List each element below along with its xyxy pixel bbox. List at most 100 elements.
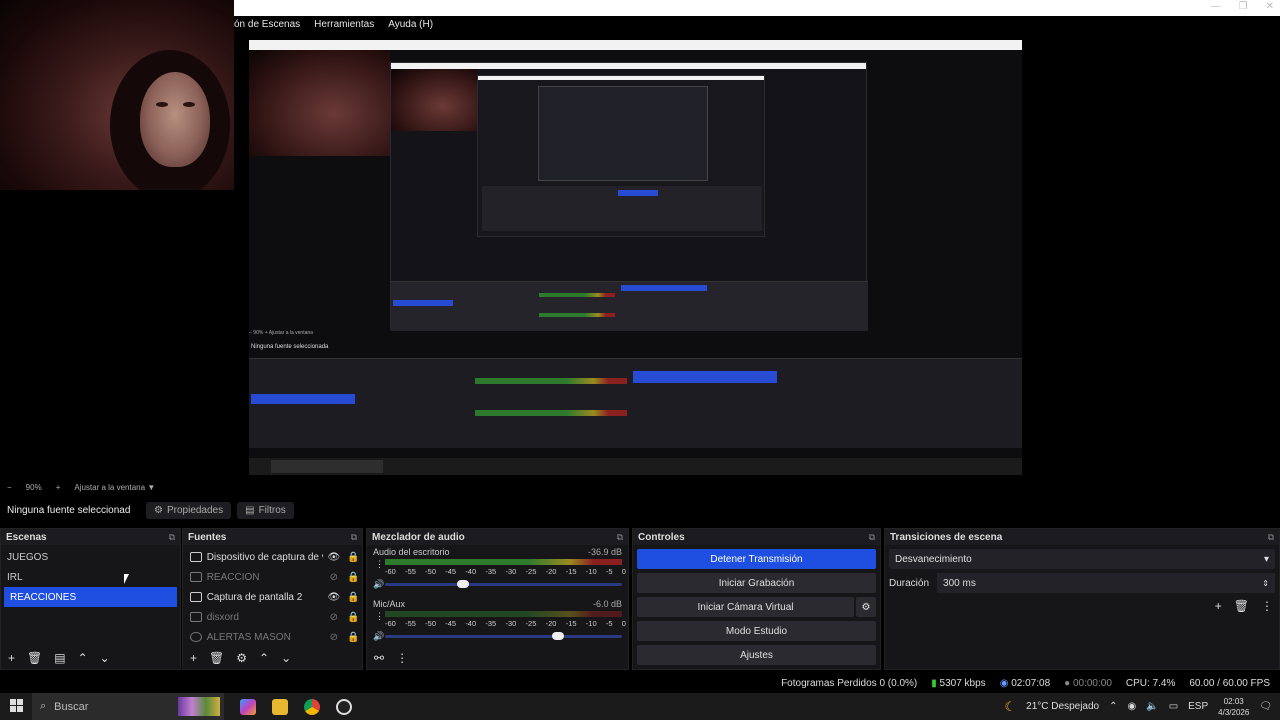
add-icon[interactable]: +	[8, 651, 15, 665]
zoom-in-button[interactable]: +	[56, 483, 61, 492]
network-icon[interactable]: ▭	[1169, 701, 1178, 712]
undock-icon[interactable]: ⧉	[351, 532, 357, 543]
volume-slider[interactable]	[385, 632, 622, 640]
trash-icon[interactable]: 🗑	[27, 651, 42, 665]
eye-icon[interactable]: 👁	[323, 592, 344, 603]
eye-hidden-icon[interactable]: ⊘	[323, 612, 344, 623]
properties-label: Propiedades	[166, 504, 224, 516]
source-item[interactable]: ALERTAS MASON ⊘ 🔒	[183, 627, 362, 647]
meter-ticks: -60 -55 -50 -45 -40 -35 -30 -25 -20 -15 -10 -5 0	[385, 619, 626, 628]
meter-ticks: -60 -55 -50 -45 -40 -35 -30 -25 -20 -15 -10 -5 0	[385, 567, 626, 576]
clock[interactable]: 02:03 4/3/2026	[1218, 696, 1249, 718]
weather-moon-icon: ☾	[1004, 698, 1017, 714]
obs-tray-icon[interactable]: ◉	[1128, 701, 1137, 712]
kebab-menu-icon[interactable]: ⋮	[375, 611, 384, 622]
lock-icon[interactable]: 🔒	[345, 572, 362, 583]
no-source-label: Ninguna fuente seleccionad	[7, 504, 131, 516]
chrome-icon[interactable]	[304, 698, 320, 715]
move-down-icon[interactable]: ⌄	[281, 651, 291, 665]
gear-icon[interactable]: ⚙	[856, 597, 876, 617]
lock-icon[interactable]: 🔒	[345, 552, 362, 563]
dropped-frames: Fotogramas Perdidos 0 (0.0%)	[781, 678, 918, 689]
menu-scene-collection[interactable]: ón de Escenas	[234, 19, 300, 30]
globe-icon	[190, 632, 202, 642]
bitrate: ▮ 5307 kbps	[931, 678, 986, 689]
undock-icon[interactable]: ⧉	[869, 532, 875, 543]
chevron-down-icon: ▼	[147, 482, 156, 492]
eye-hidden-icon[interactable]: ⊘	[323, 632, 344, 643]
undock-icon[interactable]: ⧉	[617, 532, 623, 543]
sources-dock: Fuentes⧉ Dispositivo de captura de vide👁…	[182, 528, 363, 670]
properties-button[interactable]: ⚙ Propiedades	[146, 501, 232, 519]
cpu-usage: CPU: 7.4%	[1125, 678, 1176, 689]
move-up-icon[interactable]: ⌃	[78, 651, 88, 665]
source-item[interactable]: disxord ⊘ 🔒	[183, 607, 362, 627]
lock-icon[interactable]: 🔒	[345, 632, 362, 643]
chevron-up-icon[interactable]: ⌃	[1109, 701, 1117, 712]
move-up-icon[interactable]: ⌃	[259, 651, 269, 665]
minimize-icon[interactable]: —	[1211, 1, 1221, 12]
source-item[interactable]: Dispositivo de captura de vide👁🔒	[183, 547, 362, 567]
language-indicator[interactable]: ESP	[1188, 701, 1208, 712]
volume-icon[interactable]: 🔈	[1146, 701, 1158, 712]
menu-help[interactable]: Ayuda (H)	[388, 19, 433, 30]
studio-mode-button[interactable]: Modo Estudio	[637, 621, 876, 641]
lock-icon[interactable]: 🔒	[345, 592, 362, 603]
notification-icon[interactable]: 🗨	[1259, 701, 1272, 712]
kebab-menu-icon[interactable]: ⋮	[1261, 599, 1273, 613]
filter-icon[interactable]: ▤	[54, 651, 65, 665]
slider-knob[interactable]	[457, 580, 470, 588]
kebab-menu-icon[interactable]: ⋮	[375, 559, 384, 570]
menu-tools[interactable]: Herramientas	[314, 19, 374, 30]
source-item[interactable]: REACCION ⊘ 🔒	[183, 567, 362, 587]
volume-meter	[385, 611, 622, 617]
file-explorer-icon[interactable]	[272, 698, 288, 715]
trash-icon[interactable]: 🗑	[209, 651, 224, 665]
scene-item-selected[interactable]: REACCIONES	[4, 587, 177, 607]
transition-select[interactable]: Desvanecimiento ▾	[889, 549, 1275, 569]
lock-icon[interactable]: 🔒	[345, 612, 362, 623]
filters-label: Filtros	[258, 504, 286, 516]
zoom-out-button[interactable]: −	[7, 483, 12, 492]
taskbar-search[interactable]: ⌕ Buscar	[32, 693, 224, 720]
kebab-menu-icon[interactable]: ⋮	[396, 651, 408, 665]
weather-text[interactable]: 21°C Despejado	[1026, 701, 1099, 712]
copilot-icon[interactable]	[240, 698, 256, 715]
slider-knob[interactable]	[552, 632, 564, 640]
fit-window-dropdown[interactable]: Ajustar a la ventana ▼	[74, 483, 155, 492]
trash-icon[interactable]: 🗑	[1234, 599, 1249, 613]
add-icon[interactable]: +	[1215, 599, 1222, 613]
link-icon[interactable]: ⚯	[374, 651, 384, 665]
source-label: Dispositivo de captura de vide	[206, 551, 323, 563]
settings-button[interactable]: Ajustes	[637, 645, 876, 665]
spinner-icon[interactable]: ⇕	[1262, 579, 1269, 588]
camera-icon	[190, 552, 202, 562]
monitor-icon	[190, 592, 202, 602]
eye-icon[interactable]: 👁	[323, 552, 344, 563]
scenes-dock: Escenas ⧉ JUEGOS IRL REACCIONES + 🗑 ▤ ⌃ ⌄	[0, 528, 181, 670]
gear-icon[interactable]: ⚙	[236, 651, 247, 665]
stop-stream-button[interactable]: Detener Transmisión	[637, 549, 876, 569]
preview-canvas[interactable]: − 90% + Ajustar a la ventana Ninguna fue…	[249, 40, 1022, 475]
windows-start-icon[interactable]	[10, 699, 23, 712]
duration-input[interactable]: 300 ms ⇕	[937, 573, 1275, 593]
source-item[interactable]: Captura de pantalla 2 👁 🔒	[183, 587, 362, 607]
speaker-icon[interactable]: 🔊	[373, 631, 384, 642]
volume-slider[interactable]	[385, 580, 622, 588]
obs-icon[interactable]	[336, 698, 352, 715]
move-down-icon[interactable]: ⌄	[100, 651, 110, 665]
controls-dock: Controles ⧉ Detener Transmisión Iniciar G…	[632, 528, 881, 670]
undock-icon[interactable]: ⧉	[169, 532, 175, 543]
maximize-icon[interactable]: ❐	[1239, 1, 1248, 12]
filters-button[interactable]: ▤ Filtros	[237, 501, 294, 519]
close-icon[interactable]: ✕	[1266, 1, 1274, 12]
transitions-title: Transiciones de escena	[890, 531, 1003, 543]
virtual-camera-button[interactable]: Iniciar Cámara Virtual	[637, 597, 854, 617]
add-icon[interactable]: +	[190, 651, 197, 665]
eye-hidden-icon[interactable]: ⊘	[323, 572, 344, 583]
scene-item[interactable]: IRL	[1, 567, 180, 587]
undock-icon[interactable]: ⧉	[1268, 532, 1274, 543]
scene-item[interactable]: JUEGOS	[1, 547, 180, 567]
start-recording-button[interactable]: Iniciar Grabación	[637, 573, 876, 593]
speaker-icon[interactable]: 🔊	[373, 579, 384, 590]
